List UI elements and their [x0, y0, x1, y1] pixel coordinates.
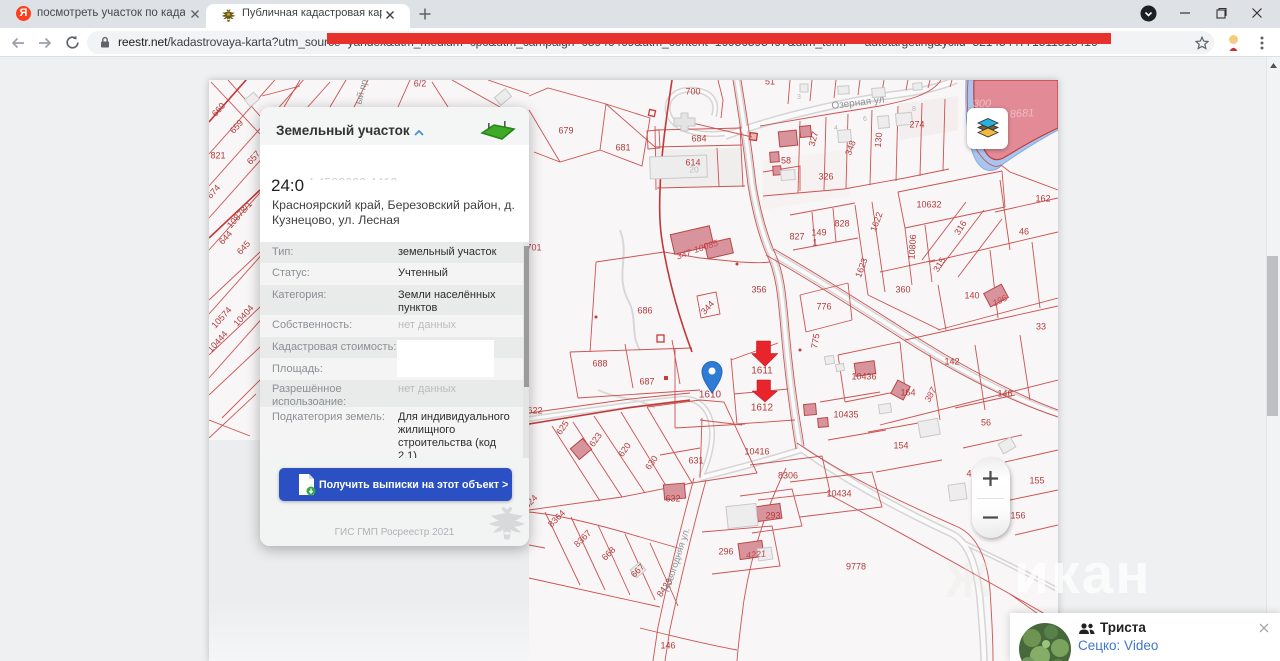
- svg-text:700: 700: [685, 86, 700, 96]
- svg-text:645: 645: [235, 239, 252, 257]
- svg-text:684: 684: [691, 133, 706, 143]
- svg-text:344: 344: [699, 299, 716, 317]
- svg-text:631: 631: [688, 455, 703, 465]
- svg-text:33: 33: [1036, 321, 1046, 331]
- svg-text:9778: 9778: [846, 561, 866, 571]
- svg-text:1: 1: [812, 237, 817, 247]
- svg-text:4: 4: [966, 468, 971, 478]
- svg-text:1611: 1611: [751, 366, 773, 377]
- svg-text:8681: 8681: [1009, 107, 1034, 121]
- svg-text:8367: 8367: [572, 528, 593, 549]
- svg-text:10444: 10444: [209, 329, 230, 354]
- svg-text:8364: 8364: [546, 508, 567, 529]
- svg-text:356: 356: [751, 284, 766, 294]
- svg-text:1612: 1612: [751, 403, 774, 414]
- svg-text:623: 623: [587, 431, 604, 449]
- svg-text:679: 679: [558, 125, 573, 135]
- svg-text:10434: 10434: [826, 488, 851, 498]
- svg-text:3: 3: [797, 94, 801, 101]
- svg-text:162: 162: [1035, 193, 1050, 203]
- svg-text:142: 142: [944, 356, 959, 366]
- svg-text:293: 293: [765, 510, 780, 520]
- svg-text:644: 644: [217, 229, 234, 247]
- svg-text:140: 140: [964, 290, 979, 300]
- svg-text:10404: 10404: [231, 303, 255, 328]
- svg-text:149: 149: [811, 227, 826, 237]
- svg-text:10574: 10574: [209, 305, 233, 330]
- svg-text:10806: 10806: [907, 234, 919, 260]
- svg-text:827: 827: [789, 231, 804, 241]
- svg-text:622: 622: [527, 405, 542, 415]
- svg-text:828: 828: [834, 218, 849, 228]
- svg-text:20: 20: [689, 164, 699, 174]
- svg-text:154: 154: [893, 440, 908, 450]
- svg-text:659: 659: [228, 118, 245, 136]
- svg-text:1622: 1622: [868, 211, 884, 233]
- svg-text:775: 775: [809, 333, 821, 350]
- svg-text:630: 630: [643, 454, 660, 472]
- svg-text:Ж: Ж: [944, 552, 991, 608]
- svg-text:632: 632: [665, 493, 680, 503]
- svg-text:274: 274: [909, 119, 924, 129]
- svg-text:10436: 10436: [851, 371, 876, 381]
- svg-text:681: 681: [615, 142, 630, 152]
- svg-text:146: 146: [997, 388, 1012, 398]
- svg-text:146: 146: [660, 640, 675, 650]
- svg-text:56: 56: [981, 417, 991, 427]
- svg-text:687: 687: [639, 376, 654, 386]
- svg-text:10632: 10632: [916, 199, 941, 209]
- svg-text:8: 8: [912, 106, 916, 113]
- svg-text:10878/1: 10878/1: [225, 199, 254, 230]
- svg-text:156: 156: [1010, 510, 1025, 520]
- svg-text:776: 776: [816, 301, 831, 311]
- svg-text:686: 686: [637, 305, 652, 315]
- svg-text:ый пр: ый пр: [353, 80, 370, 106]
- svg-text:1610: 1610: [699, 390, 722, 401]
- svg-text:10435: 10435: [833, 409, 858, 419]
- svg-text:51: 51: [765, 80, 775, 86]
- svg-text:667: 667: [629, 562, 647, 580]
- svg-text:688: 688: [592, 358, 607, 368]
- svg-text:46: 46: [1019, 226, 1029, 236]
- svg-text:155: 155: [1029, 475, 1044, 485]
- svg-text:668: 668: [600, 545, 618, 563]
- svg-text:674: 674: [209, 183, 222, 201]
- svg-text:Новогодняя ул.: Новогодняя ул.: [661, 526, 692, 593]
- svg-text:10416: 10416: [744, 446, 769, 456]
- svg-text:326: 326: [818, 171, 833, 181]
- svg-text:620: 620: [616, 441, 633, 459]
- svg-text:821: 821: [210, 150, 225, 160]
- svg-text:130: 130: [873, 132, 884, 148]
- svg-text:6: 6: [863, 116, 867, 123]
- svg-text:4221: 4221: [745, 548, 766, 560]
- svg-text:4: 4: [834, 125, 838, 132]
- svg-text:1623: 1623: [853, 257, 869, 279]
- svg-text:8306: 8306: [778, 470, 798, 480]
- svg-text:6/2: 6/2: [414, 80, 427, 88]
- svg-text:360: 360: [895, 284, 910, 294]
- svg-text:296: 296: [718, 546, 733, 556]
- svg-text:164: 164: [900, 387, 915, 397]
- svg-text:58: 58: [781, 155, 791, 165]
